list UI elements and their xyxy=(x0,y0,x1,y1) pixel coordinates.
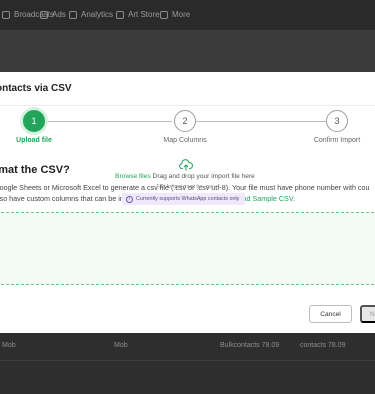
ads-icon xyxy=(40,10,48,19)
nav-item-label: Art Store xyxy=(128,10,160,19)
table-cell: Bulkcontacts 78.09 xyxy=(220,342,280,349)
table-cell: Mob xyxy=(114,342,128,349)
nav-item-analytics[interactable]: Analytics xyxy=(69,10,113,19)
import-stepper: 1 2 3 Upload file Map Columns Confirm Im… xyxy=(0,106,375,156)
broadcast-icon xyxy=(2,10,10,19)
step-3-label: Confirm Import xyxy=(313,137,361,144)
step-2-label: Map Columns xyxy=(163,137,207,144)
nav-item-label: More xyxy=(172,10,191,19)
section-title: rmat the CSV? xyxy=(0,164,70,176)
info-icon: i xyxy=(126,195,133,203)
store-icon xyxy=(116,10,124,19)
nav-item-label: Ads xyxy=(52,10,66,19)
background-subheader xyxy=(0,30,375,72)
drag-drop-text: Drag and drop your import file here xyxy=(150,173,255,180)
file-dropzone[interactable] xyxy=(0,212,375,285)
modal-title: ontacts via CSV xyxy=(0,83,72,94)
cloud-upload-icon xyxy=(179,159,193,171)
nav-item-ads[interactable]: Ads xyxy=(40,10,66,19)
table-cell: Mob xyxy=(2,342,16,349)
step-1-label: Upload file xyxy=(16,137,52,144)
background-top-nav: Broadcasts Ads Analytics Art Store More xyxy=(0,0,375,30)
background-table-row: Mob Mob Bulkcontacts 78.09 contacts 78.0… xyxy=(0,333,375,394)
more-icon xyxy=(160,10,168,19)
nav-item-more[interactable]: More xyxy=(160,10,190,19)
import-contacts-modal: ontacts via CSV 1 2 3 Upload file Map Co… xyxy=(0,72,375,333)
step-1-indicator: 1 xyxy=(23,110,45,132)
modal-header: ontacts via CSV xyxy=(0,72,375,106)
row-divider xyxy=(0,360,375,361)
step-connector xyxy=(196,121,326,122)
nav-item-art-store[interactable]: Art Store xyxy=(116,10,160,19)
support-info-badge: i Currently supports WhatsApp contacts o… xyxy=(122,193,246,205)
step-3-indicator: 3 xyxy=(326,110,348,132)
support-note-text: Currently supports WhatsApp contacts onl… xyxy=(136,196,240,202)
file-format-note: File format must be .csv xyxy=(156,184,214,190)
cancel-button[interactable]: Cancel xyxy=(309,305,352,323)
table-cell: contacts 78.09 xyxy=(300,342,346,349)
step-connector xyxy=(44,121,172,122)
nav-item-label: Analytics xyxy=(81,10,114,19)
dropzone-instructions: Browse files Drag and drop your import f… xyxy=(115,173,255,180)
next-button[interactable]: N xyxy=(360,305,375,323)
step-2-indicator: 2 xyxy=(174,110,196,132)
analytics-icon xyxy=(69,10,77,19)
browse-files-link[interactable]: Browse files xyxy=(115,173,151,180)
